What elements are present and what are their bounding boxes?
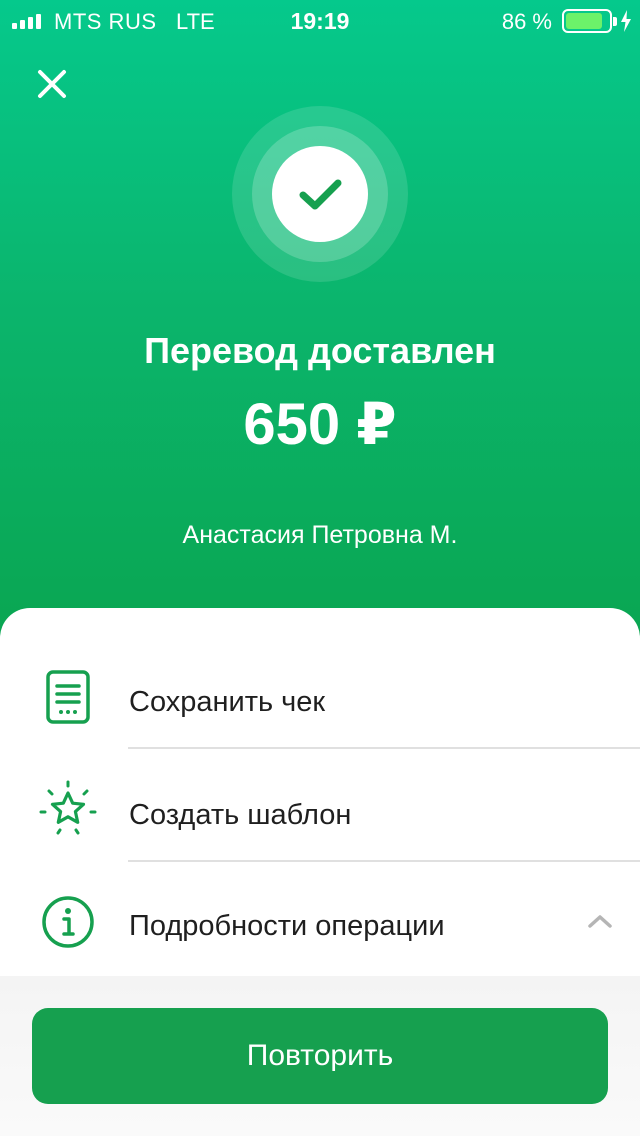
- transfer-amount: 650 ₽: [243, 392, 397, 457]
- page-title: Перевод доставлен: [144, 330, 496, 371]
- check-icon: [299, 179, 342, 210]
- charging-icon: [621, 10, 631, 32]
- save-receipt-label: Сохранить чек: [129, 686, 326, 718]
- close-icon[interactable]: [32, 64, 72, 104]
- save-receipt-button[interactable]: Сохранить чек: [0, 636, 640, 748]
- recipient-name: Анастасия Петровна М.: [182, 521, 458, 549]
- repeat-button[interactable]: Повторить: [32, 1008, 608, 1104]
- create-template-label: Создать шаблон: [129, 799, 352, 831]
- receipt-icon: [46, 670, 90, 724]
- chevron-up-icon[interactable]: [586, 912, 614, 930]
- star-icon: [39, 780, 97, 835]
- battery-icon: [562, 9, 612, 33]
- status-bar: MTS RUS LTE 19:19 86 %: [0, 0, 640, 40]
- info-icon: [42, 896, 94, 948]
- battery-tip: [613, 17, 617, 26]
- create-template-button[interactable]: Создать шаблон: [0, 749, 640, 861]
- operation-details-label: Подробности операции: [129, 910, 445, 942]
- battery-percent: 86 %: [501, 9, 552, 34]
- operation-details-button[interactable]: Подробности операции: [0, 862, 640, 974]
